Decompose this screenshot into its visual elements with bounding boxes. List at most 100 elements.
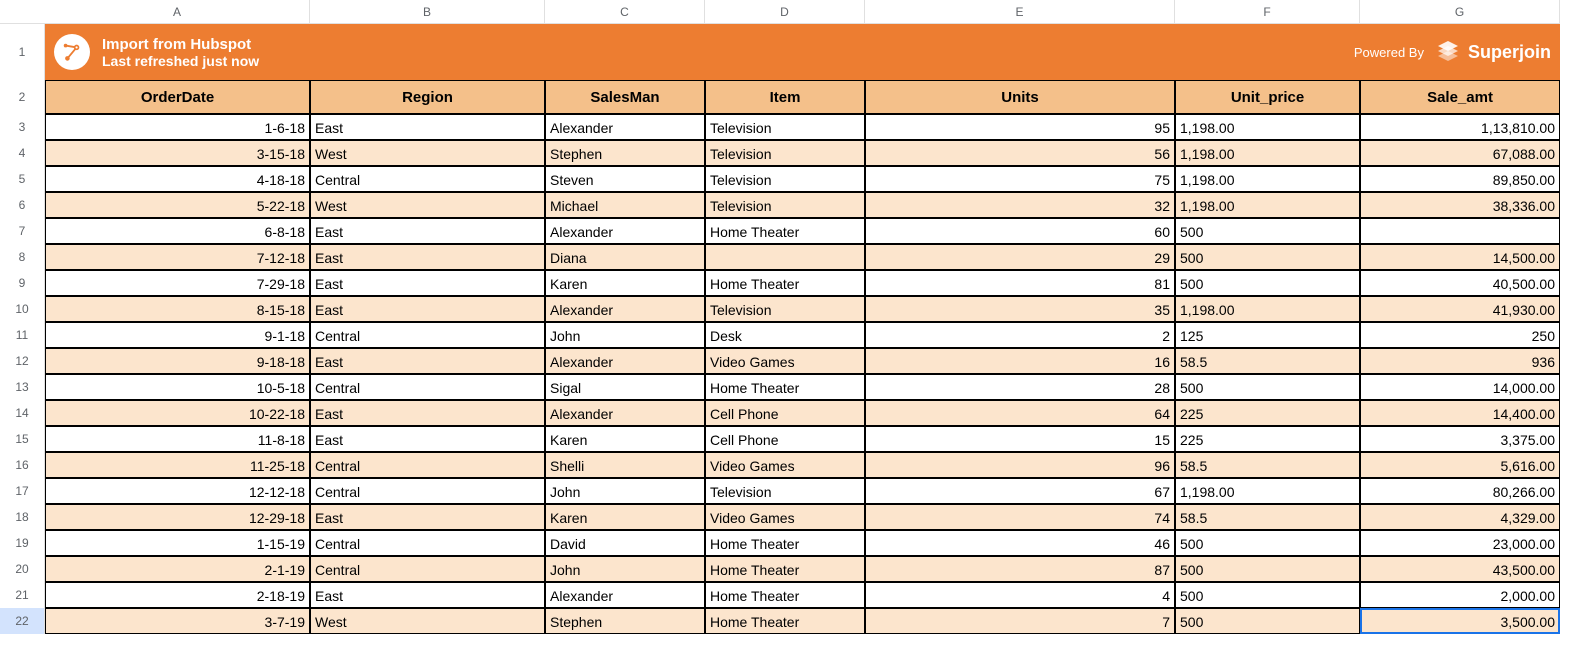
cell-units[interactable]: 2 xyxy=(865,322,1175,348)
cell-units[interactable]: 7 xyxy=(865,608,1175,634)
cell-region[interactable]: East xyxy=(310,400,545,426)
cell-item[interactable]: Desk xyxy=(705,322,865,348)
cell-region[interactable]: Central xyxy=(310,374,545,400)
cell-region[interactable]: West xyxy=(310,192,545,218)
cell-sale-amt[interactable]: 43,500.00 xyxy=(1360,556,1560,582)
cell-units[interactable]: 81 xyxy=(865,270,1175,296)
header-units[interactable]: Units xyxy=(865,80,1175,114)
cell-orderdate[interactable]: 4-18-18 xyxy=(45,166,310,192)
cell-sale-amt[interactable]: 89,850.00 xyxy=(1360,166,1560,192)
cell-region[interactable]: East xyxy=(310,426,545,452)
cell-units[interactable]: 87 xyxy=(865,556,1175,582)
cell-region[interactable]: West xyxy=(310,140,545,166)
cell-orderdate[interactable]: 2-1-19 xyxy=(45,556,310,582)
cell-orderdate[interactable]: 7-29-18 xyxy=(45,270,310,296)
cell-region[interactable]: East xyxy=(310,244,545,270)
header-sale-amt[interactable]: Sale_amt xyxy=(1360,80,1560,114)
cell-units[interactable]: 16 xyxy=(865,348,1175,374)
cell-sale-amt[interactable]: 4,329.00 xyxy=(1360,504,1560,530)
cell-item[interactable]: Television xyxy=(705,478,865,504)
row-header-6[interactable]: 6 xyxy=(0,192,45,218)
cell-salesman[interactable]: Karen xyxy=(545,270,705,296)
cell-salesman[interactable]: Stephen xyxy=(545,140,705,166)
row-header-15[interactable]: 15 xyxy=(0,426,45,452)
cell-sale-amt[interactable]: 3,375.00 xyxy=(1360,426,1560,452)
cell-item[interactable]: Home Theater xyxy=(705,374,865,400)
header-salesman[interactable]: SalesMan xyxy=(545,80,705,114)
cell-sale-amt[interactable]: 3,500.00 xyxy=(1360,608,1560,634)
cell-orderdate[interactable]: 7-12-18 xyxy=(45,244,310,270)
cell-orderdate[interactable]: 10-5-18 xyxy=(45,374,310,400)
cell-item[interactable]: Video Games xyxy=(705,452,865,478)
cell-region[interactable]: Central xyxy=(310,322,545,348)
row-header-11[interactable]: 11 xyxy=(0,322,45,348)
col-header-E[interactable]: E xyxy=(865,0,1175,24)
cell-salesman[interactable]: Sigal xyxy=(545,374,705,400)
cell-item[interactable]: Television xyxy=(705,166,865,192)
cell-item[interactable]: Television xyxy=(705,140,865,166)
cell-sale-amt[interactable]: 1,13,810.00 xyxy=(1360,114,1560,140)
row-header-13[interactable]: 13 xyxy=(0,374,45,400)
cell-sale-amt[interactable]: 38,336.00 xyxy=(1360,192,1560,218)
cell-region[interactable]: West xyxy=(310,608,545,634)
cell-sale-amt[interactable]: 936 xyxy=(1360,348,1560,374)
cell-sale-amt[interactable]: 2,000.00 xyxy=(1360,582,1560,608)
row-header-16[interactable]: 16 xyxy=(0,452,45,478)
col-header-F[interactable]: F xyxy=(1175,0,1360,24)
cell-sale-amt[interactable]: 250 xyxy=(1360,322,1560,348)
cell-unit-price[interactable]: 500 xyxy=(1175,218,1360,244)
row-header-2[interactable]: 2 xyxy=(0,80,45,114)
cell-item[interactable]: Video Games xyxy=(705,348,865,374)
cell-sale-amt[interactable]: 41,930.00 xyxy=(1360,296,1560,322)
cell-salesman[interactable]: John xyxy=(545,556,705,582)
cell-unit-price[interactable]: 1,198.00 xyxy=(1175,114,1360,140)
col-header-G[interactable]: G xyxy=(1360,0,1560,24)
cell-item[interactable]: Home Theater xyxy=(705,218,865,244)
cell-unit-price[interactable]: 1,198.00 xyxy=(1175,166,1360,192)
cell-salesman[interactable]: Alexander xyxy=(545,114,705,140)
cell-item[interactable]: Home Theater xyxy=(705,556,865,582)
cell-orderdate[interactable]: 11-8-18 xyxy=(45,426,310,452)
cell-unit-price[interactable]: 500 xyxy=(1175,556,1360,582)
cell-unit-price[interactable]: 1,198.00 xyxy=(1175,478,1360,504)
cell-item[interactable]: Television xyxy=(705,296,865,322)
cell-unit-price[interactable]: 500 xyxy=(1175,608,1360,634)
cell-salesman[interactable]: Stephen xyxy=(545,608,705,634)
col-header-D[interactable]: D xyxy=(705,0,865,24)
cell-salesman[interactable]: Alexander xyxy=(545,218,705,244)
row-header-17[interactable]: 17 xyxy=(0,478,45,504)
cell-salesman[interactable]: Diana xyxy=(545,244,705,270)
cell-sale-amt[interactable]: 14,000.00 xyxy=(1360,374,1560,400)
cell-region[interactable]: East xyxy=(310,270,545,296)
cell-unit-price[interactable]: 58.5 xyxy=(1175,452,1360,478)
cell-sale-amt[interactable]: 67,088.00 xyxy=(1360,140,1560,166)
row-header-21[interactable]: 21 xyxy=(0,582,45,608)
row-header-14[interactable]: 14 xyxy=(0,400,45,426)
cell-sale-amt[interactable]: 80,266.00 xyxy=(1360,478,1560,504)
cell-salesman[interactable]: Alexander xyxy=(545,582,705,608)
cell-sale-amt[interactable]: 23,000.00 xyxy=(1360,530,1560,556)
cell-salesman[interactable]: Alexander xyxy=(545,400,705,426)
cell-salesman[interactable]: John xyxy=(545,322,705,348)
cell-unit-price[interactable]: 58.5 xyxy=(1175,504,1360,530)
cell-region[interactable]: Central xyxy=(310,166,545,192)
cell-item[interactable]: Home Theater xyxy=(705,582,865,608)
cell-unit-price[interactable]: 1,198.00 xyxy=(1175,140,1360,166)
cell-units[interactable]: 56 xyxy=(865,140,1175,166)
cell-unit-price[interactable]: 500 xyxy=(1175,582,1360,608)
row-header-19[interactable]: 19 xyxy=(0,530,45,556)
cell-region[interactable]: Central xyxy=(310,556,545,582)
cell-salesman[interactable]: John xyxy=(545,478,705,504)
col-header-C[interactable]: C xyxy=(545,0,705,24)
cell-unit-price[interactable]: 125 xyxy=(1175,322,1360,348)
cell-region[interactable]: Central xyxy=(310,478,545,504)
header-unit-price[interactable]: Unit_price xyxy=(1175,80,1360,114)
cell-item[interactable]: Cell Phone xyxy=(705,400,865,426)
cell-region[interactable]: Central xyxy=(310,452,545,478)
cell-sale-amt[interactable]: 14,500.00 xyxy=(1360,244,1560,270)
row-header-5[interactable]: 5 xyxy=(0,166,45,192)
header-orderdate[interactable]: OrderDate xyxy=(45,80,310,114)
cell-sale-amt[interactable]: 5,616.00 xyxy=(1360,452,1560,478)
cell-orderdate[interactable]: 6-8-18 xyxy=(45,218,310,244)
cell-salesman[interactable]: David xyxy=(545,530,705,556)
